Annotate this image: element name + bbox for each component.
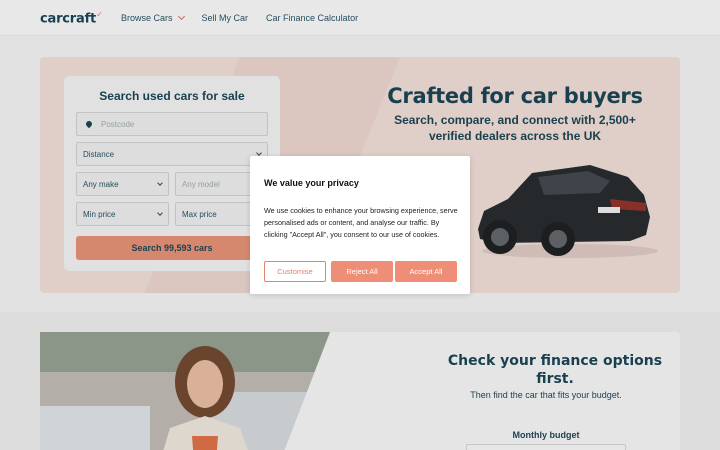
cookie-body: We use cookies to enhance your browsing … bbox=[264, 206, 458, 239]
customise-button[interactable]: Customise bbox=[264, 261, 326, 282]
accept-all-button[interactable]: Accept All bbox=[395, 261, 457, 282]
cookie-consent-modal: We value your privacy We use cookies to … bbox=[250, 156, 470, 294]
cookie-title: We value your privacy bbox=[264, 178, 359, 188]
reject-all-button[interactable]: Reject All bbox=[331, 261, 393, 282]
